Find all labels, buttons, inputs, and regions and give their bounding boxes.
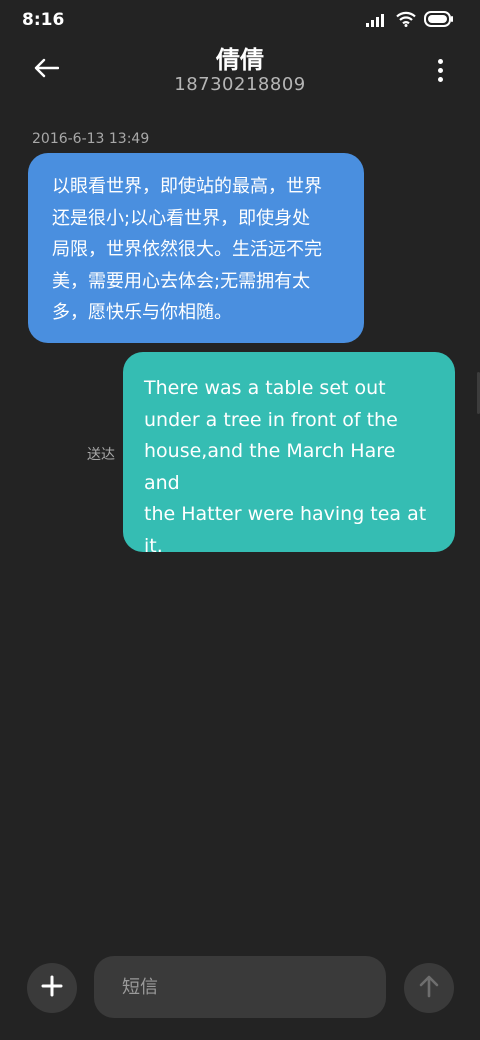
message-line: 还是很小;以心看世界，即使身处 [52,207,311,229]
conversation-screen: 8:16 倩倩 18730218809 2016-6-13 13:49 以眼看世… [0,0,480,1040]
more-options-button[interactable] [428,52,452,88]
message-line: 局限，世界依然很大。生活远不完 [52,239,322,260]
sent-message-bubble[interactable]: There was a table set out under a tree i… [123,352,455,557]
message-line: 美，需要用心去体会;无需拥有太 [52,270,311,292]
battery-icon [424,11,454,31]
more-vertical-icon-dot [437,67,443,73]
message-input[interactable] [94,956,386,1018]
delivery-status: 送达 [87,447,115,463]
message-line: it. [144,534,163,557]
received-message-bubble[interactable]: 以眼看世界，即使站的最高，世界 还是很小;以心看世界，即使身处 局限，世界依然很… [28,153,364,343]
send-arrow-icon [418,974,440,1002]
wifi-icon [396,11,416,31]
plus-icon [41,975,63,1001]
status-icons [366,11,454,31]
status-bar: 8:16 [0,0,480,40]
more-vertical-icon [437,58,443,64]
message-line: under a tree in front of the [144,408,398,431]
status-time: 8:16 [22,10,65,30]
message-line: the Hatter were having tea at [144,503,427,525]
signal-icon [366,12,388,31]
message-line: house,and the March Hare and [144,440,396,494]
message-line: 以眼看世界，即使站的最高，世界 [52,176,322,197]
contact-name: 倩倩 [216,46,264,74]
send-button[interactable] [404,963,454,1013]
add-attachment-button[interactable] [27,963,77,1013]
message-timestamp: 2016-6-13 13:49 [32,131,150,147]
message-line: There was a table set out [144,377,386,399]
message-line: 多，愿快乐与你相随。 [52,302,232,323]
more-vertical-icon-dot [437,76,443,82]
contact-number: 18730218809 [174,74,306,95]
